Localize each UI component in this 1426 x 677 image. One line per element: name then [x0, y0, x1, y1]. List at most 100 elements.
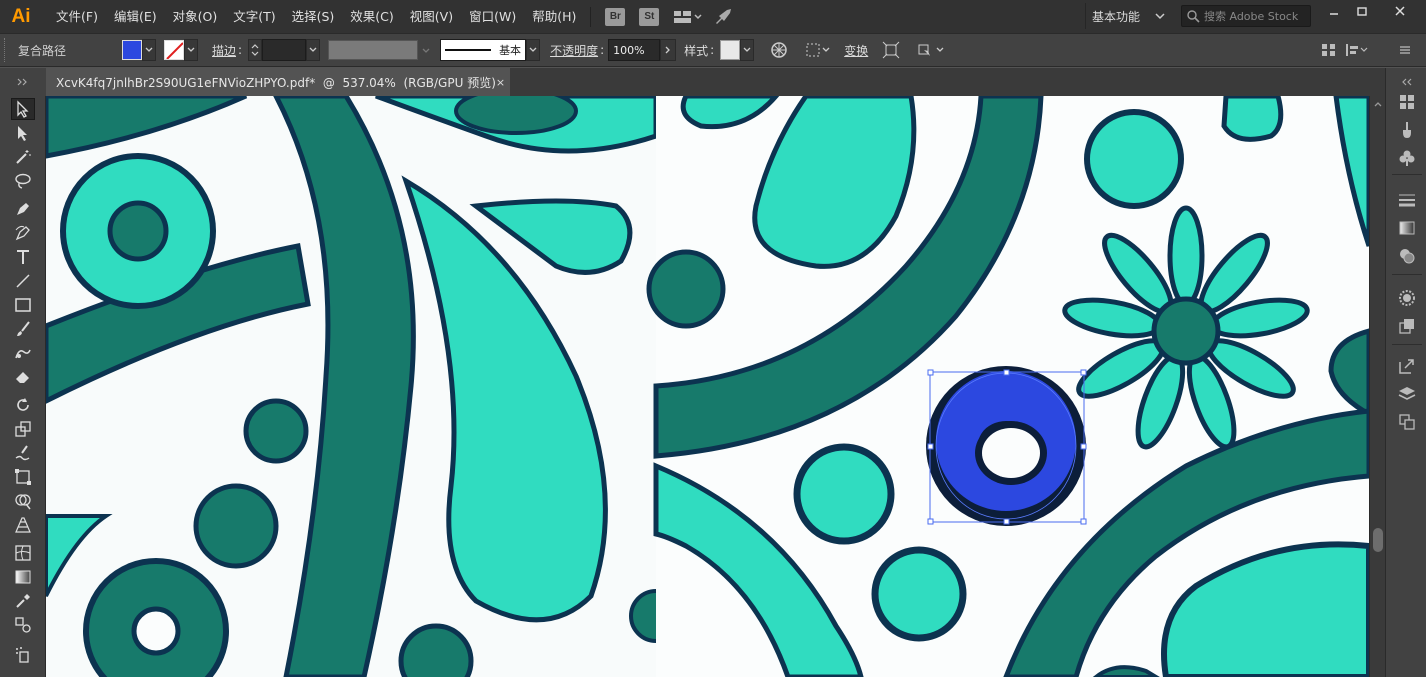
selection-tool[interactable]	[11, 98, 35, 120]
app-logo: Ai	[11, 5, 31, 27]
document-tab[interactable]: XcvK4fq7jnlhBr2S90UG1eFNVioZHPYO.pdf* @ …	[46, 68, 510, 96]
shaper-tool[interactable]	[11, 342, 35, 364]
opacity-input[interactable]: 100%	[608, 39, 661, 61]
bridge-icon: Br	[605, 7, 626, 26]
graphic-style-dropdown[interactable]	[740, 39, 755, 61]
bridge-button[interactable]: Br	[605, 7, 626, 27]
menu-type[interactable]: 文字(T)	[225, 0, 283, 33]
appearance-panel-button[interactable]	[1397, 288, 1417, 308]
vertical-scrollbar[interactable]	[1369, 96, 1385, 677]
gradient-tool[interactable]	[11, 566, 35, 588]
brush-definition-preview[interactable]: 基本	[440, 39, 527, 61]
dock-collapse-button[interactable]	[1397, 72, 1417, 92]
close-window-button[interactable]	[1380, 0, 1420, 22]
opacity-slider-button[interactable]	[660, 39, 677, 61]
control-bar-menu-button[interactable]	[1394, 39, 1416, 61]
variable-width-profile[interactable]	[328, 40, 419, 60]
stroke-color-dropdown[interactable]	[184, 39, 198, 61]
fill-swatch[interactable]	[122, 40, 142, 60]
workspace-switcher[interactable]: 基本功能	[1085, 3, 1171, 29]
align-options-button[interactable]	[804, 39, 834, 61]
menu-view[interactable]: 视图(V)	[402, 0, 461, 33]
chevron-down-icon	[145, 47, 153, 52]
stroke-colon: :	[238, 43, 243, 57]
warp-tool[interactable]	[11, 442, 35, 464]
menu-window[interactable]: 窗口(W)	[461, 0, 524, 33]
symbol-sprayer-icon	[16, 647, 29, 663]
artboards-panel-button[interactable]	[1397, 412, 1417, 432]
graphic-style-swatch[interactable]	[720, 40, 741, 60]
symbols-panel-button[interactable]	[1397, 148, 1417, 168]
stock-search-input[interactable]: 搜索 Adobe Stock	[1181, 5, 1311, 27]
eraser-tool[interactable]	[11, 366, 35, 388]
asset-export-panel-button[interactable]	[1397, 356, 1417, 376]
stroke-color-control[interactable]	[164, 39, 198, 61]
stroke-weight-stepper[interactable]	[248, 39, 263, 61]
libraries-icon	[1400, 95, 1414, 109]
menu-effect[interactable]: 效果(C)	[342, 0, 401, 33]
gradient-panel-button[interactable]	[1397, 218, 1417, 238]
shape-builder-tool[interactable]	[11, 490, 35, 512]
rotate-tool[interactable]	[11, 394, 35, 416]
curvature-tool[interactable]	[11, 222, 35, 244]
rectangle-tool[interactable]	[11, 294, 35, 316]
mesh-tool[interactable]	[11, 542, 35, 564]
menu-help[interactable]: 帮助(H)	[524, 0, 584, 33]
pen-icon	[17, 203, 29, 215]
stroke-none-swatch[interactable]	[164, 40, 184, 60]
layers-panel-button[interactable]	[1397, 384, 1417, 404]
selected-compound-path[interactable]	[926, 366, 1087, 526]
eyedropper-tool[interactable]	[11, 590, 35, 612]
magic-wand-tool[interactable]	[11, 146, 35, 168]
arrange-documents-button[interactable]	[673, 7, 703, 27]
fill-dropdown[interactable]	[142, 39, 156, 61]
align-panel-button[interactable]	[1318, 39, 1340, 61]
transform-button[interactable]: 变换	[844, 42, 868, 59]
perspective-grid-tool[interactable]	[11, 514, 35, 536]
line-segment-icon	[16, 274, 30, 288]
lasso-tool[interactable]	[11, 170, 35, 192]
menu-object[interactable]: 对象(O)	[165, 0, 226, 33]
stroke-panel-button[interactable]	[1397, 190, 1417, 210]
type-tool[interactable]	[11, 246, 35, 268]
menu-select[interactable]: 选择(S)	[284, 0, 343, 33]
blend-tool[interactable]	[11, 614, 35, 636]
scale-tool[interactable]	[11, 418, 35, 440]
stroke-weight-field[interactable]	[248, 39, 321, 61]
stroke-label[interactable]: 描边	[212, 42, 236, 59]
search-icon	[1187, 10, 1200, 23]
isolate-object-button[interactable]	[880, 39, 902, 61]
rocket-icon	[716, 8, 732, 24]
line-tool[interactable]	[11, 270, 35, 292]
free-transform-tool[interactable]	[11, 466, 35, 488]
chevron-down-icon	[422, 48, 430, 53]
recolor-artwork-button[interactable]	[768, 39, 790, 61]
restore-button[interactable]	[1348, 0, 1376, 22]
gpu-performance-button[interactable]	[713, 7, 733, 27]
stroke-weight-dropdown[interactable]	[306, 39, 321, 61]
brushes-panel-button[interactable]	[1397, 120, 1417, 140]
tools-collapse-button[interactable]	[0, 68, 46, 96]
opacity-label[interactable]: 不透明度	[550, 42, 598, 59]
brush-definition-dropdown[interactable]	[526, 39, 541, 61]
scroll-thumb[interactable]	[1373, 528, 1383, 552]
stroke-weight-input[interactable]	[262, 39, 307, 61]
fill-control[interactable]	[122, 39, 156, 61]
stock-button[interactable]: St	[639, 7, 660, 27]
brushes-icon	[1403, 122, 1411, 138]
direct-selection-tool[interactable]	[11, 122, 35, 144]
close-tab-icon[interactable]: ×	[496, 76, 505, 89]
artboard-canvas[interactable]	[46, 96, 1369, 677]
minimize-button[interactable]	[1320, 0, 1348, 22]
menu-edit[interactable]: 编辑(E)	[106, 0, 165, 33]
paintbrush-tool[interactable]	[11, 318, 35, 340]
graphic-styles-panel-button[interactable]	[1397, 316, 1417, 336]
menu-file[interactable]: 文件(F)	[48, 0, 106, 33]
libraries-panel-button[interactable]	[1397, 92, 1417, 112]
select-similar-button[interactable]	[914, 39, 946, 61]
transparency-panel-button[interactable]	[1397, 246, 1417, 266]
symbol-sprayer-tool[interactable]	[11, 644, 35, 666]
pen-tool[interactable]	[11, 198, 35, 220]
distribute-button[interactable]	[1344, 39, 1370, 61]
panel-grip[interactable]	[4, 38, 10, 62]
